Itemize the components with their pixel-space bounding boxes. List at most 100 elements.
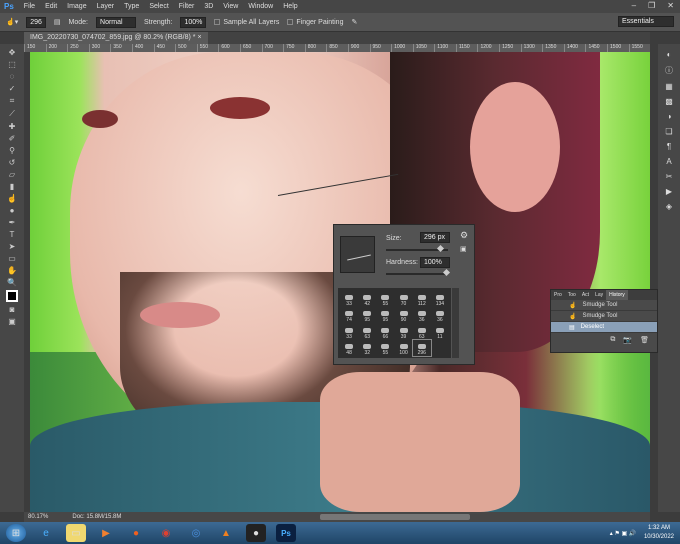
chrome-icon[interactable]: ◉ xyxy=(156,524,176,542)
brush-preset[interactable]: 90 xyxy=(394,307,412,323)
history-item-selected[interactable]: ▤ Deselect xyxy=(551,322,657,333)
tray-icons[interactable]: ▴ ⚑ ▣ 🔊 xyxy=(610,531,637,537)
menu-image[interactable]: Image xyxy=(67,3,86,10)
eraser-tool-icon[interactable]: ▱ xyxy=(9,170,15,179)
hardness-slider[interactable] xyxy=(386,268,451,277)
healing-tool-icon[interactable]: ✚ xyxy=(9,122,16,131)
swatches-icon[interactable]: ▦ xyxy=(665,82,673,91)
crop-tool-icon[interactable]: ⌗ xyxy=(10,96,15,106)
tab-actions[interactable]: Act xyxy=(579,290,592,300)
tab-layers[interactable]: Lay xyxy=(592,290,606,300)
menu-help[interactable]: Help xyxy=(283,3,297,10)
media-player-icon[interactable]: ▶ xyxy=(96,524,116,542)
menu-file[interactable]: File xyxy=(24,3,35,10)
menu-edit[interactable]: Edit xyxy=(45,3,57,10)
tab-history[interactable]: History xyxy=(606,290,628,300)
clone-stamp-tool-icon[interactable]: ⚲ xyxy=(9,146,15,155)
internet-explorer-icon[interactable]: e xyxy=(36,524,56,542)
tool-presets-icon[interactable]: ✂ xyxy=(666,172,673,181)
menu-3d[interactable]: 3D xyxy=(204,3,213,10)
marquee-tool-icon[interactable]: ⬚ xyxy=(8,60,16,69)
menu-type[interactable]: Type xyxy=(124,3,139,10)
tab-properties[interactable]: Pro xyxy=(551,290,565,300)
zoom-tool-icon[interactable]: 🔍 xyxy=(7,278,17,287)
info-icon[interactable]: ⓘ xyxy=(665,65,673,76)
finger-painting-checkbox[interactable]: Finger Painting xyxy=(287,19,343,26)
restore-icon[interactable]: ❐ xyxy=(648,1,655,10)
paragraph-icon[interactable]: ¶ xyxy=(667,142,671,151)
menu-layer[interactable]: Layer xyxy=(97,3,115,10)
brush-preset[interactable]: 11 xyxy=(431,323,449,340)
smudge-tool-icon[interactable]: ☝▾ xyxy=(6,18,18,26)
brush-preset[interactable]: 296 xyxy=(411,338,432,357)
quick-select-tool-icon[interactable]: ✓ xyxy=(9,84,16,93)
brush-preset[interactable]: 134 xyxy=(431,290,449,307)
new-preset-icon[interactable]: ▣ xyxy=(460,245,467,253)
dodge-tool-icon[interactable]: ● xyxy=(10,206,15,215)
gear-icon[interactable]: ⚙ xyxy=(460,230,468,241)
chromium-icon[interactable]: ◎ xyxy=(186,524,206,542)
brush-preset[interactable]: 112 xyxy=(413,290,431,307)
size-input[interactable]: 296 px xyxy=(420,232,450,243)
zoom-level[interactable]: 80.17% xyxy=(28,514,48,520)
brush-preset[interactable]: 63 xyxy=(358,323,376,340)
size-slider[interactable] xyxy=(386,244,448,253)
strength-input[interactable]: 100% xyxy=(180,16,207,28)
color-panel-icon[interactable]: ◐ xyxy=(667,50,672,59)
layers-stack-icon[interactable]: ◈ xyxy=(666,202,672,211)
brush-preset[interactable]: 33 xyxy=(340,290,358,307)
brush-panel-toggle-icon[interactable]: ▤ xyxy=(54,18,61,26)
lasso-tool-icon[interactable]: ◌ xyxy=(10,72,15,81)
character-icon[interactable]: A xyxy=(666,157,671,166)
brush-preset[interactable]: 42 xyxy=(358,290,376,307)
shape-tool-icon[interactable]: ▭ xyxy=(8,254,16,263)
type-tool-icon[interactable]: T xyxy=(10,230,15,239)
photoshop-taskbar-icon[interactable]: Ps xyxy=(276,524,296,542)
layers-icon[interactable]: ❏ xyxy=(665,127,672,136)
clock-date[interactable]: 10/30/2022 xyxy=(644,533,674,542)
tab-tool-presets[interactable]: Too xyxy=(565,290,579,300)
snapshot-camera-icon[interactable]: 📷 xyxy=(623,336,632,344)
brush-preset[interactable]: 36 xyxy=(413,307,431,323)
menu-select[interactable]: Select xyxy=(149,3,168,10)
brush-preset[interactable]: 70 xyxy=(394,290,412,307)
history-brush-tool-icon[interactable]: ↺ xyxy=(9,158,16,167)
brush-preset[interactable]: 95 xyxy=(358,307,376,323)
brush-preset[interactable]: 36 xyxy=(431,307,449,323)
brush-preset[interactable]: 55 xyxy=(376,340,394,356)
pen-tool-icon[interactable]: ✒ xyxy=(9,218,16,227)
brush-preset[interactable]: 48 xyxy=(340,340,358,356)
sample-all-layers-checkbox[interactable]: Sample All Layers xyxy=(214,19,279,26)
brush-preset[interactable]: 63 xyxy=(413,323,431,340)
path-select-tool-icon[interactable]: ➤ xyxy=(9,242,16,251)
vlc-icon[interactable]: ▲ xyxy=(216,524,236,542)
brush-preset[interactable]: 32 xyxy=(358,340,376,356)
gradient-tool-icon[interactable]: ▮ xyxy=(10,182,14,191)
menu-filter[interactable]: Filter xyxy=(179,3,195,10)
history-item[interactable]: ☝ Smudge Tool xyxy=(551,300,657,311)
start-button[interactable]: ⊞ xyxy=(6,524,26,542)
firefox-icon[interactable]: ● xyxy=(126,524,146,542)
hand-tool-icon[interactable]: ✋ xyxy=(7,266,17,275)
brush-preset[interactable]: 95 xyxy=(376,307,394,323)
file-explorer-icon[interactable]: ▭ xyxy=(66,524,86,542)
hardness-input[interactable]: 100% xyxy=(420,257,450,268)
brush-preset[interactable]: 39 xyxy=(394,323,412,340)
app-icon[interactable]: ● xyxy=(246,524,266,542)
document-tab[interactable]: IMG_20220730_074702_859.jpg @ 80.2% (RGB… xyxy=(24,32,208,44)
brush-preset[interactable]: 100 xyxy=(394,340,412,356)
brush-preset[interactable]: 33 xyxy=(340,323,358,340)
new-document-from-state-icon[interactable]: ⧉ xyxy=(610,336,615,344)
styles-icon[interactable]: ▩ xyxy=(665,97,673,106)
clock-time[interactable]: 1:32 AM xyxy=(644,524,674,533)
preset-scrollbar[interactable] xyxy=(452,288,459,358)
workspace-select[interactable]: Essentials xyxy=(618,16,674,27)
color-swatches[interactable] xyxy=(6,290,18,302)
brush-size-picker[interactable]: 296 xyxy=(26,16,46,28)
adjustments-icon[interactable]: ◑ xyxy=(667,112,672,121)
quick-mask-icon[interactable]: ◙ xyxy=(10,305,15,314)
history-item[interactable]: ☝ Smudge Tool xyxy=(551,311,657,322)
close-icon[interactable]: ✕ xyxy=(667,1,674,10)
menu-view[interactable]: View xyxy=(223,3,238,10)
brush-preset[interactable]: 74 xyxy=(340,307,358,323)
